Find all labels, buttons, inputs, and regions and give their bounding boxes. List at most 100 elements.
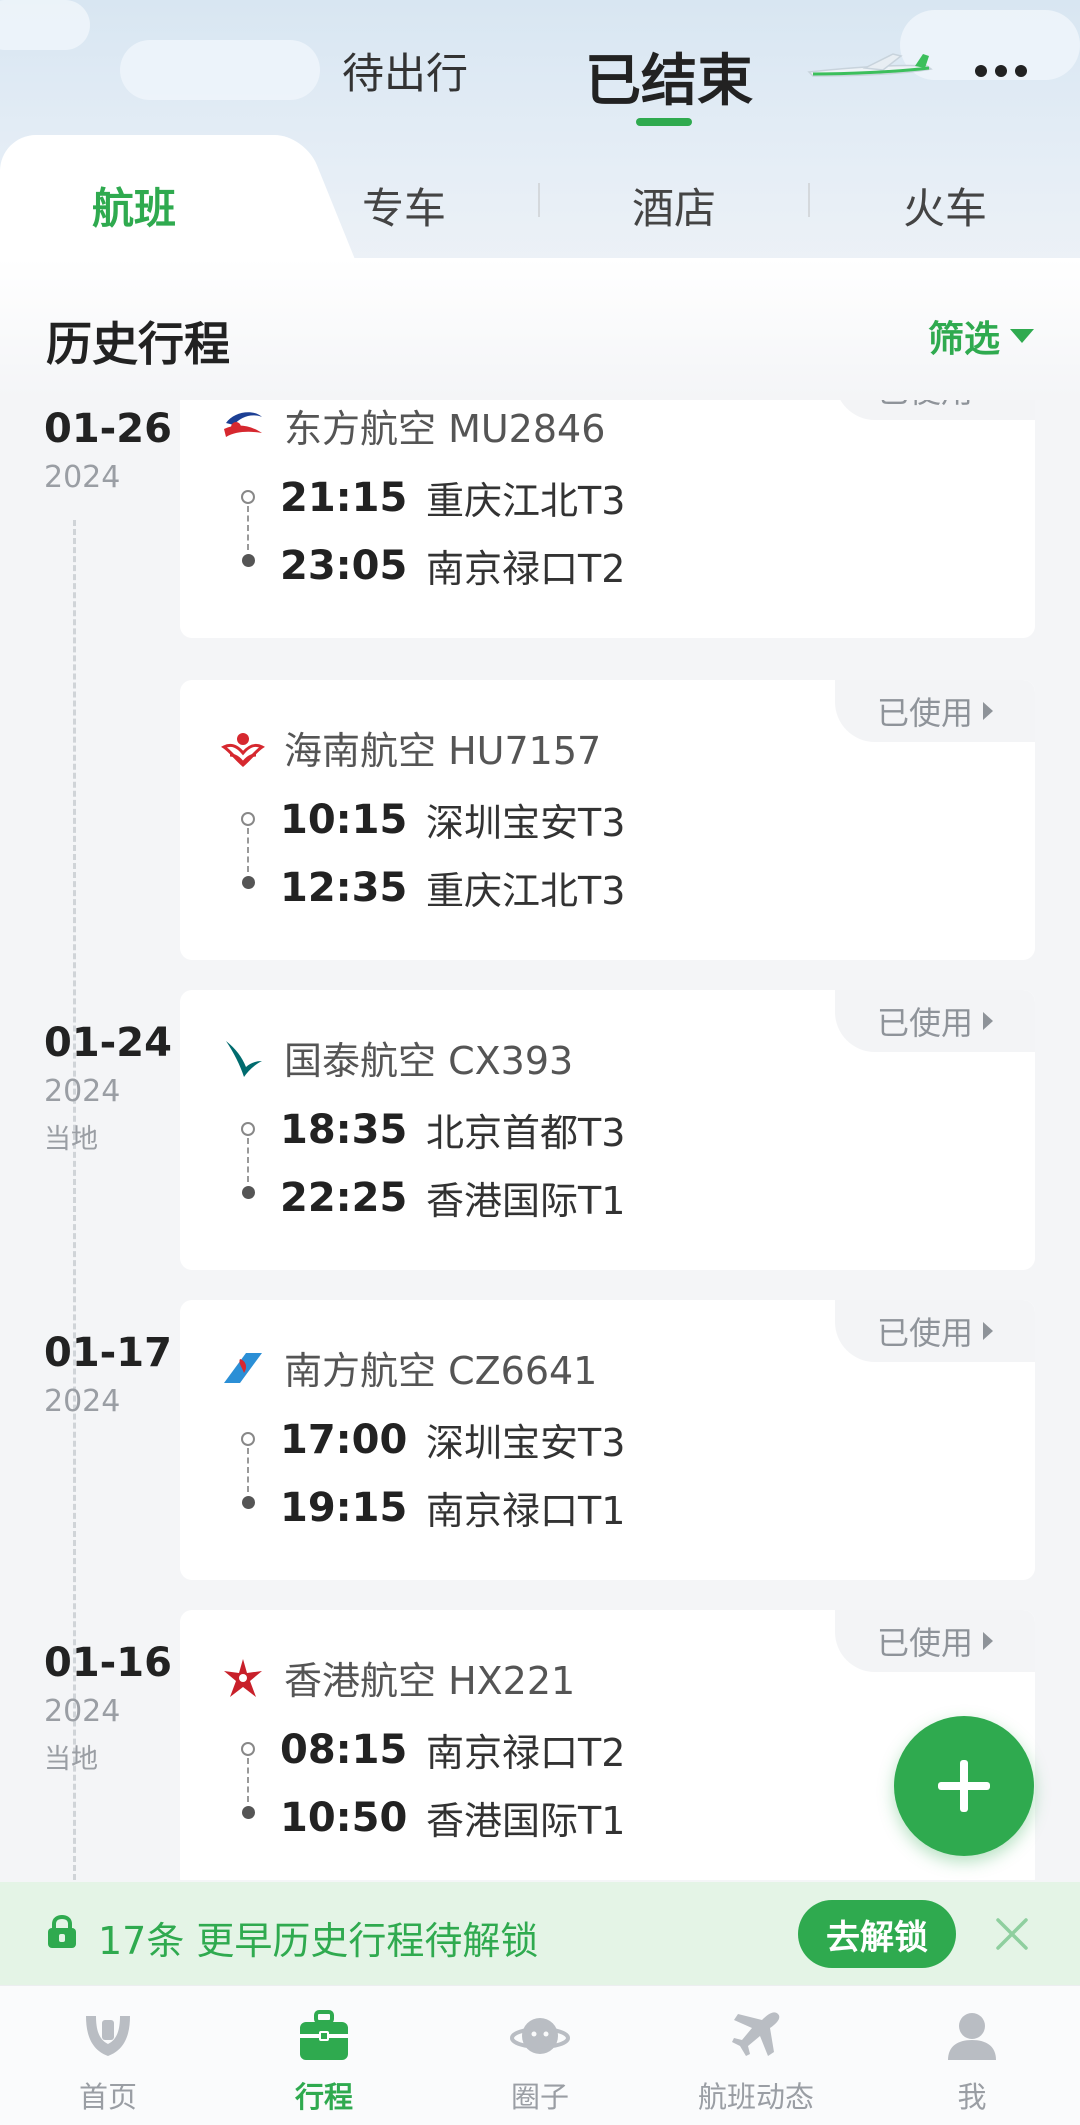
departure-dot: [241, 1122, 255, 1136]
category-tabs: 航班 专车 酒店 火车: [0, 135, 1080, 260]
trip-date: 01-17: [44, 1330, 172, 1376]
airline-flight: 国泰航空 CX393: [284, 1039, 574, 1083]
arrival-airport: 南京禄口T2: [426, 547, 626, 591]
more-options-button[interactable]: [975, 54, 1035, 88]
tab-car[interactable]: 专车: [362, 175, 446, 236]
tabbar-item-flight-status[interactable]: 航班动态: [648, 1986, 864, 2125]
chevron-right-icon: [983, 1632, 993, 1650]
dot-icon: [1015, 65, 1027, 77]
hong-kong-airlines-logo-icon: [224, 1658, 262, 1697]
tab-train[interactable]: 火车: [903, 175, 987, 236]
segment-pending[interactable]: 待出行: [342, 40, 468, 101]
flight-card[interactable]: 已使用 东方航空 MU2846 21:15 重庆江北T3 23:05 南京禄口T…: [180, 400, 1035, 638]
cathay-pacific-logo-icon: [226, 1040, 262, 1077]
arrival-airport: 香港国际T1: [426, 1179, 626, 1223]
tab-flight[interactable]: 航班: [92, 175, 176, 236]
departure-time: 17:00: [280, 1416, 408, 1463]
route-dashed-line: [247, 1758, 249, 1802]
departure-dot: [241, 1432, 255, 1446]
local-time-label: 当地: [44, 1744, 98, 1775]
departure-airport: 重庆江北T3: [426, 479, 626, 523]
close-icon[interactable]: [992, 1914, 1032, 1954]
home-icon: [86, 2016, 130, 2056]
unlock-button[interactable]: 去解锁: [798, 1900, 956, 1968]
route-dashed-line: [247, 1138, 249, 1182]
chevron-right-icon: [983, 1322, 993, 1340]
used-label: 已使用: [876, 1624, 973, 1662]
airline-flight: 香港航空 HX221: [284, 1659, 576, 1703]
arrival-time: 22:25: [280, 1174, 408, 1221]
route-dashed-line: [247, 1448, 249, 1492]
tabbar-item-trips[interactable]: 行程: [216, 1986, 432, 2125]
lock-icon: [48, 1914, 76, 1948]
airline-row: 东方航空 MU2846: [220, 400, 605, 453]
departure-row: 21:15 重庆江北T3: [280, 470, 625, 525]
used-status-tag[interactable]: 已使用: [835, 990, 1035, 1052]
tab-hotel[interactable]: 酒店: [632, 175, 716, 236]
tabbar-item-circle[interactable]: 圈子: [432, 1986, 648, 2125]
departure-dot: [241, 490, 255, 504]
date-block: 01-24 2024 当地: [44, 1020, 172, 1156]
unlock-message: 17条 更早历史行程待解锁: [98, 1919, 539, 1963]
arrival-row: 10:50 香港国际T1: [280, 1790, 625, 1845]
date-block: 01-16 2024 当地: [44, 1640, 172, 1776]
airline-flight: 海南航空 HU7157: [284, 729, 602, 773]
arrival-dot: [242, 1806, 255, 1819]
arrival-airport: 香港国际T1: [426, 1799, 626, 1843]
tabbar-label: 圈子: [510, 2080, 569, 2114]
section-title: 历史行程: [46, 317, 230, 371]
airline-row: 香港航空 HX221: [220, 1650, 575, 1705]
china-eastern-logo-icon: [224, 411, 262, 437]
flight-card[interactable]: 已使用 海南航空 HU7157 10:15 深圳宝安T3 12:35 重庆江北T…: [180, 680, 1035, 960]
arrival-row: 22:25 香港国际T1: [280, 1170, 625, 1225]
airplane-decoration-icon: [807, 53, 933, 77]
chevron-right-icon: [983, 702, 993, 720]
flight-card[interactable]: 已使用 南方航空 CZ6641 17:00 深圳宝安T3 19:15 南京禄口T…: [180, 1300, 1035, 1580]
profile-icon: [948, 2013, 996, 2060]
airline-flight: 东方航空 MU2846: [284, 407, 606, 451]
airline-flight: 南方航空 CZ6641: [284, 1349, 598, 1393]
caret-down-icon: [1010, 329, 1034, 343]
departure-time: 21:15: [280, 474, 408, 521]
arrival-row: 23:05 南京禄口T2: [280, 538, 625, 593]
used-status-tag[interactable]: 已使用: [835, 1300, 1035, 1362]
hainan-airlines-logo-icon: [221, 732, 265, 767]
tabbar-label: 我: [957, 2080, 987, 2114]
used-status-tag[interactable]: 已使用: [835, 400, 1035, 420]
segment-ended[interactable]: 已结束: [585, 36, 753, 117]
tab-divider: [538, 183, 540, 217]
dot-icon: [975, 65, 987, 77]
tabbar-item-home[interactable]: 首页: [0, 1986, 216, 2125]
filter-button[interactable]: 筛选: [928, 310, 1034, 362]
used-label: 已使用: [876, 694, 973, 732]
dot-icon: [995, 65, 1007, 77]
departure-time: 08:15: [280, 1726, 408, 1773]
departure-airport: 深圳宝安T3: [426, 1421, 626, 1465]
airline-row: 海南航空 HU7157: [220, 720, 601, 775]
arrival-time: 10:50: [280, 1794, 408, 1841]
departure-row: 18:35 北京首都T3: [280, 1102, 625, 1157]
used-status-tag[interactable]: 已使用: [835, 680, 1035, 742]
arrival-row: 12:35 重庆江北T3: [280, 860, 625, 915]
tabbar-item-me[interactable]: 我: [864, 1986, 1080, 2125]
arrival-dot: [242, 554, 255, 567]
used-label: 已使用: [876, 1004, 973, 1042]
departure-row: 08:15 南京禄口T2: [280, 1722, 625, 1777]
suitcase-icon: [300, 2010, 348, 2060]
trip-list: 01-26 2024 已使用 东方航空 MU2846 21:15 重庆江北T3 …: [0, 400, 1080, 1880]
departure-row: 17:00 深圳宝安T3: [280, 1412, 625, 1467]
departure-airport: 北京首都T3: [426, 1111, 626, 1155]
add-trip-button[interactable]: [894, 1716, 1034, 1856]
tab-divider: [808, 183, 810, 217]
flight-card[interactable]: 已使用 国泰航空 CX393 18:35 北京首都T3 22:25 香港国际T1: [180, 990, 1035, 1270]
arrival-row: 19:15 南京禄口T1: [280, 1480, 625, 1535]
arrival-time: 23:05: [280, 542, 408, 589]
date-block: 01-26 2024: [44, 406, 172, 495]
used-status-tag[interactable]: 已使用: [835, 1610, 1035, 1672]
trip-year: 2024: [44, 460, 121, 495]
departure-airport: 深圳宝安T3: [426, 801, 626, 845]
unlock-banner: 17条 更早历史行程待解锁 去解锁: [0, 1882, 1080, 1985]
departure-airport: 南京禄口T2: [426, 1731, 626, 1775]
tabbar-label: 行程: [294, 2080, 353, 2114]
trip-date: 01-24: [44, 1020, 172, 1066]
